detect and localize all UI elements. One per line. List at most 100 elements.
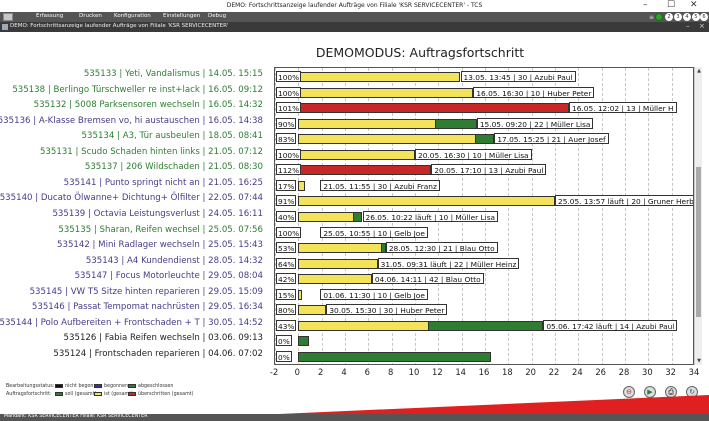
legend-swatch-over bbox=[128, 392, 136, 396]
shortcut-4[interactable]: 4 bbox=[683, 13, 691, 21]
percent-label: 100% bbox=[276, 71, 302, 82]
shortcut-5[interactable]: 5 bbox=[692, 13, 700, 21]
ist-bar bbox=[298, 196, 555, 207]
order-label[interactable]: 535147 | Focus Motorleuchte | 29.05. 08:… bbox=[75, 271, 263, 281]
legend-swatch-started bbox=[94, 384, 102, 388]
chart-row: 83% 17.05. 15:25 | 21 | Auer Josef bbox=[275, 132, 693, 145]
order-label[interactable]: 535139 | Octavia Leistungsverlust | 24.0… bbox=[52, 209, 263, 219]
overdue-bar bbox=[298, 165, 432, 176]
shortcut-3[interactable]: 3 bbox=[674, 13, 682, 21]
play-button[interactable]: ▶ bbox=[644, 386, 656, 398]
percent-label: 64% bbox=[276, 257, 297, 269]
shortcut-2[interactable]: 2 bbox=[665, 13, 673, 21]
order-label[interactable]: 535135 | Sharan, Reifen wechsel | 25.05.… bbox=[58, 225, 263, 235]
order-info-label: 13.05. 13:45 | 30 | Azubi Paul bbox=[460, 71, 576, 82]
order-info-label: 04.06. 14:11 | 42 | Blau Otto bbox=[371, 273, 484, 285]
ist-bar bbox=[298, 243, 383, 254]
subwindow-close[interactable]: × bbox=[699, 22, 705, 30]
chart-row: 43% 05.06. 17:42 läuft | 14 | Azubi Paul bbox=[275, 319, 693, 331]
menu-konfiguration[interactable]: Konfiguration bbox=[114, 13, 151, 19]
percent-label: 0% bbox=[276, 335, 292, 347]
legend-over: überschritten (gesamt) bbox=[138, 392, 194, 397]
chart-row: 80% 30.05. 15:30 | 30 | Huber Peter bbox=[275, 303, 693, 316]
order-label[interactable]: 535140 | Ducato Ölwanne+ Dichtung+ Ölfil… bbox=[0, 193, 263, 203]
chart-row: 91% 25.05. 13:57 läuft | 20 | Gruner Herb… bbox=[275, 194, 693, 207]
ist-bar bbox=[298, 72, 461, 82]
order-info-label: 17.05. 15:25 | 21 | Auer Josef bbox=[494, 133, 609, 145]
percent-label: 0% bbox=[276, 350, 292, 362]
x-tick-label: 4 bbox=[341, 367, 347, 377]
x-tick-label: 10 bbox=[408, 367, 420, 377]
subwindow-minimize[interactable]: – bbox=[686, 22, 690, 30]
order-label[interactable]: 535134 | A3, Tür ausbeulen | 18.05. 08:4… bbox=[82, 131, 263, 141]
chart-row: 101% 16.05. 12:02 | 13 | Müller H bbox=[275, 101, 693, 114]
menu-einstellungen[interactable]: Einstellungen bbox=[163, 13, 200, 19]
ist-bar bbox=[298, 274, 372, 285]
chart-row: 112% 20.05. 17:10 | 13 | Azubi Paul bbox=[275, 163, 693, 176]
shortcut-6[interactable]: 6 bbox=[700, 13, 708, 21]
order-info-label: 20.05. 17:10 | 13 | Azubi Paul bbox=[431, 164, 547, 176]
order-label[interactable]: 535132 | 5008 Parksensoren wechseln | 16… bbox=[34, 100, 263, 110]
title-bar: DEMO: Fortschrittsanzeige laufender Auft… bbox=[0, 0, 709, 12]
chart-row: 0% bbox=[275, 334, 693, 347]
ist-bar bbox=[298, 87, 474, 98]
order-label[interactable]: 535144 | Polo Aufbereiten + Frontschaden… bbox=[0, 318, 263, 328]
percent-label: 90% bbox=[276, 117, 297, 129]
percent-label: 80% bbox=[276, 304, 297, 316]
scroll-down-icon[interactable]: ▼ bbox=[695, 358, 703, 364]
order-label[interactable]: 535124 | Frontschaden reparieren | 04.06… bbox=[53, 349, 263, 359]
green-status-icon[interactable] bbox=[655, 13, 663, 21]
chart-row: 90% 15.05. 09:20 | 22 | Müller Lisa bbox=[275, 117, 693, 129]
menu-debug[interactable]: Debug bbox=[208, 13, 226, 19]
menu-erfassung[interactable]: Erfassung bbox=[36, 13, 63, 19]
soll-bar bbox=[298, 351, 491, 362]
order-label[interactable]: 535145 | VW T5 Sitze hinten reparieren |… bbox=[30, 287, 263, 297]
percent-label: 15% bbox=[276, 288, 297, 300]
stop-button[interactable]: ⊖ bbox=[623, 386, 635, 398]
percent-label: 53% bbox=[276, 242, 297, 254]
x-tick-label: 18 bbox=[501, 367, 513, 377]
x-tick-label: 8 bbox=[387, 367, 394, 377]
legend-soll: soll (gesamt) bbox=[65, 392, 97, 397]
order-label[interactable]: 535142 | Mini Radlager wechseln | 25.05.… bbox=[57, 240, 263, 250]
percent-label: 43% bbox=[276, 319, 297, 331]
order-label[interactable]: 535126 | Fabia Reifen wechseln | 03.06. … bbox=[64, 333, 263, 343]
minimize-button[interactable]: – bbox=[643, 0, 648, 11]
app-window: { "window": {"title": "DEMO: Fortschritt… bbox=[0, 0, 709, 421]
close-button[interactable]: ✕ bbox=[690, 0, 698, 11]
scrollbar-thumb[interactable] bbox=[696, 167, 701, 317]
refresh-button[interactable]: ↻ bbox=[686, 386, 698, 398]
maximize-button[interactable]: ☐ bbox=[667, 0, 675, 11]
order-info-label: 16.05. 16:30 | 10 | Huber Peter bbox=[473, 86, 595, 98]
order-label[interactable]: 535141 | Punto springt nicht an | 21.05.… bbox=[64, 178, 263, 188]
chart-row: 100% 16.05. 16:30 | 10 | Huber Peter bbox=[275, 86, 693, 98]
chart-row: 100% 20.05. 16:30 | 10 | Müller Lisa bbox=[275, 148, 693, 160]
menu-drucken[interactable]: Drucken bbox=[79, 13, 102, 19]
x-tick-label: 2 bbox=[317, 367, 324, 377]
page-title: DEMOMODUS: Auftragsfortschritt bbox=[315, 45, 525, 60]
x-tick-label: 28 bbox=[618, 367, 630, 377]
vertical-scrollbar[interactable]: ▲ ▼ bbox=[694, 67, 702, 365]
x-tick-label: 6 bbox=[364, 367, 370, 377]
status-bar: Mandant: KSR SERVICECENTER Filiale: KSR … bbox=[0, 414, 709, 421]
chart-row: 0% bbox=[275, 350, 693, 362]
overdue-bar bbox=[298, 103, 569, 114]
ist-bar bbox=[298, 211, 355, 222]
order-label[interactable]: 535146 | Passat Tempomat nachrüsten | 29… bbox=[32, 302, 263, 312]
menu-icon[interactable]: ≡ bbox=[649, 14, 654, 21]
order-label[interactable]: 535131 | Scudo Schaden hinten links | 21… bbox=[40, 147, 263, 157]
order-label[interactable]: 535136 | A-Klasse Bremsen vo, hi austaus… bbox=[0, 116, 263, 126]
percent-label: 100% bbox=[276, 148, 302, 160]
scroll-up-icon[interactable]: ▲ bbox=[695, 68, 703, 74]
print-button[interactable]: ⎙ bbox=[665, 386, 677, 398]
order-label[interactable]: 535138 | Berlingo Türschweller re inst+l… bbox=[12, 85, 263, 95]
order-label[interactable]: 535143 | A4 Kundendienst | 28.05. 14:32 bbox=[86, 256, 263, 266]
x-tick-label: 30 bbox=[641, 367, 653, 377]
x-tick-label: 12 bbox=[431, 367, 443, 377]
order-label[interactable]: 535137 | 206 Wildschaden | 21.05. 08:30 bbox=[85, 162, 263, 172]
order-info-label: 30.05. 15:30 | 30 | Huber Peter bbox=[326, 304, 448, 316]
legend-done: abgeschlossen bbox=[138, 384, 174, 389]
order-label[interactable]: 535133 | Yeti, Vandalismus | 14.05. 15:1… bbox=[84, 69, 263, 79]
order-info-label: 25.05. 13:57 läuft | 20 | Gruner Herbert bbox=[555, 195, 693, 207]
status-text: Mandant: KSR SERVICECENTER Filiale: KSR … bbox=[4, 414, 148, 419]
